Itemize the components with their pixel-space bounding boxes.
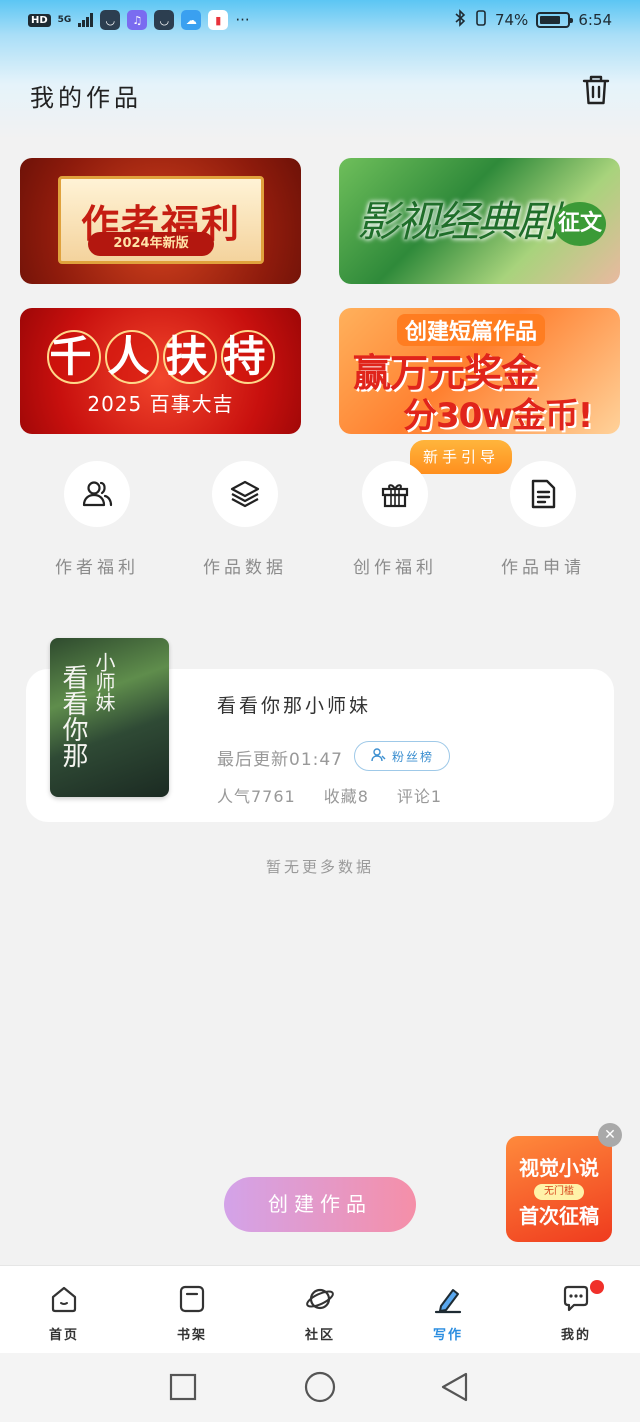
fans-ranking-label: 粉丝榜 — [391, 749, 434, 764]
banner-line3: 分30w金币! — [403, 396, 593, 434]
quick-action-label: 作品申请 — [501, 558, 585, 578]
weather-app-icon: ☁ — [181, 10, 202, 30]
chat-bubble-icon — [561, 1284, 591, 1314]
banner-film-classic[interactable]: 影视经典剧 征文 — [339, 158, 620, 284]
tab-writing[interactable]: 写作 — [398, 1284, 498, 1343]
banner-short-story-prize[interactable]: 创建短篇作品 赢万元奖金 分30w金币! — [339, 308, 620, 434]
cover-title-secondary: 小师妹 — [92, 652, 116, 712]
popularity-count: 人气7761 — [217, 787, 296, 806]
gift-icon — [362, 461, 428, 527]
book-app-icon: ▮ — [208, 10, 229, 30]
tab-label: 我的 — [560, 1328, 591, 1343]
tab-label: 社区 — [304, 1328, 335, 1343]
trash-icon[interactable] — [578, 72, 614, 108]
hd-indicator: HD — [28, 13, 51, 27]
bookshelf-icon — [177, 1284, 207, 1314]
quick-action-author-benefits[interactable]: 作者福利 — [32, 461, 162, 578]
tab-community[interactable]: 社区 — [270, 1284, 370, 1343]
banner-title-char: 持 — [220, 330, 275, 384]
work-stats: 人气7761 收藏8 评论1 — [217, 783, 442, 807]
tab-home[interactable]: 首页 — [14, 1284, 114, 1343]
battery-percent: 74% — [494, 11, 529, 29]
back-button[interactable] — [441, 1372, 468, 1402]
clock: 6:54 — [578, 11, 612, 29]
last-update: 最后更新01:47 — [217, 750, 343, 770]
quick-action-work-data[interactable]: 作品数据 — [180, 461, 310, 578]
tab-label: 写作 — [432, 1328, 463, 1343]
banner-subtitle: 2025 百事大吉 — [87, 392, 234, 416]
banner-author-benefits[interactable]: 作者福利 2024年新版 — [20, 158, 301, 284]
quick-action-label: 作品数据 — [203, 558, 287, 578]
ad-line1: 视觉小说 — [519, 1156, 599, 1180]
network-type: 5G — [57, 14, 72, 25]
banner-tag: 征文 — [554, 202, 606, 246]
close-icon[interactable]: ✕ — [598, 1123, 622, 1147]
create-work-button[interactable]: 创建作品 — [224, 1177, 416, 1232]
tab-bookshelf[interactable]: 书架 — [142, 1284, 242, 1343]
home-icon — [49, 1284, 79, 1314]
fans-ranking-button[interactable]: 粉丝榜 — [354, 741, 450, 771]
banner-title: 千人扶持 — [20, 330, 301, 384]
banner-title-char: 千 — [46, 330, 101, 384]
home-button[interactable] — [304, 1371, 336, 1403]
notification-app-icon: ◡ — [100, 10, 121, 30]
tab-label: 书架 — [176, 1328, 207, 1343]
more-notifications-icon: ··· — [235, 11, 250, 29]
quick-action-work-application[interactable]: 作品申请 — [478, 461, 608, 578]
banner-thousand-support[interactable]: 千人扶持 2025 百事大吉 — [20, 308, 301, 434]
quick-action-creation-benefits[interactable]: 创作福利 — [330, 461, 460, 578]
favorites-count: 收藏8 — [323, 787, 369, 806]
recent-apps-button[interactable] — [169, 1373, 197, 1401]
bluetooth-icon — [453, 9, 467, 31]
tab-label: 首页 — [48, 1328, 79, 1343]
signal-icon — [78, 13, 94, 27]
ad-line3: 首次征稿 — [519, 1204, 599, 1228]
quick-action-label: 创作福利 — [353, 558, 437, 578]
no-more-data: 暂无更多数据 — [265, 858, 374, 876]
work-title[interactable]: 看看你那小师妹 — [217, 691, 371, 718]
cover-title: 看看你那 — [58, 664, 88, 768]
planet-icon — [305, 1284, 335, 1314]
tab-me[interactable]: 我的 — [526, 1284, 626, 1343]
banner-title-char: 扶 — [162, 330, 217, 384]
quick-action-label: 作者福利 — [55, 558, 139, 578]
system-navigation-bar — [0, 1353, 640, 1422]
book-cover[interactable]: 看看你那 小师妹 — [50, 638, 169, 797]
banner-title: 影视经典剧 — [357, 197, 559, 246]
status-bar: HD 5G ◡ ♫ ◡ ☁ ▮ ··· 74% 6:54 — [0, 0, 640, 40]
banner-title-char: 人 — [104, 330, 159, 384]
page-title: 我的作品 — [30, 84, 142, 112]
vibrate-icon — [475, 9, 487, 31]
notification-badge — [590, 1280, 604, 1294]
layers-icon — [212, 461, 278, 527]
user-icon — [370, 747, 386, 766]
battery-icon — [536, 12, 574, 28]
comments-count: 评论1 — [396, 787, 443, 806]
notification-app-icon: ◡ — [154, 10, 175, 30]
ad-line2: 无门槛 — [534, 1184, 584, 1200]
banner-subtitle: 2024年新版 — [88, 232, 214, 256]
music-app-icon: ♫ — [127, 10, 148, 30]
pen-icon — [433, 1284, 463, 1314]
document-icon — [510, 461, 576, 527]
users-icon — [64, 461, 130, 527]
floating-ad[interactable]: 视觉小说 无门槛 首次征稿 — [506, 1136, 612, 1242]
